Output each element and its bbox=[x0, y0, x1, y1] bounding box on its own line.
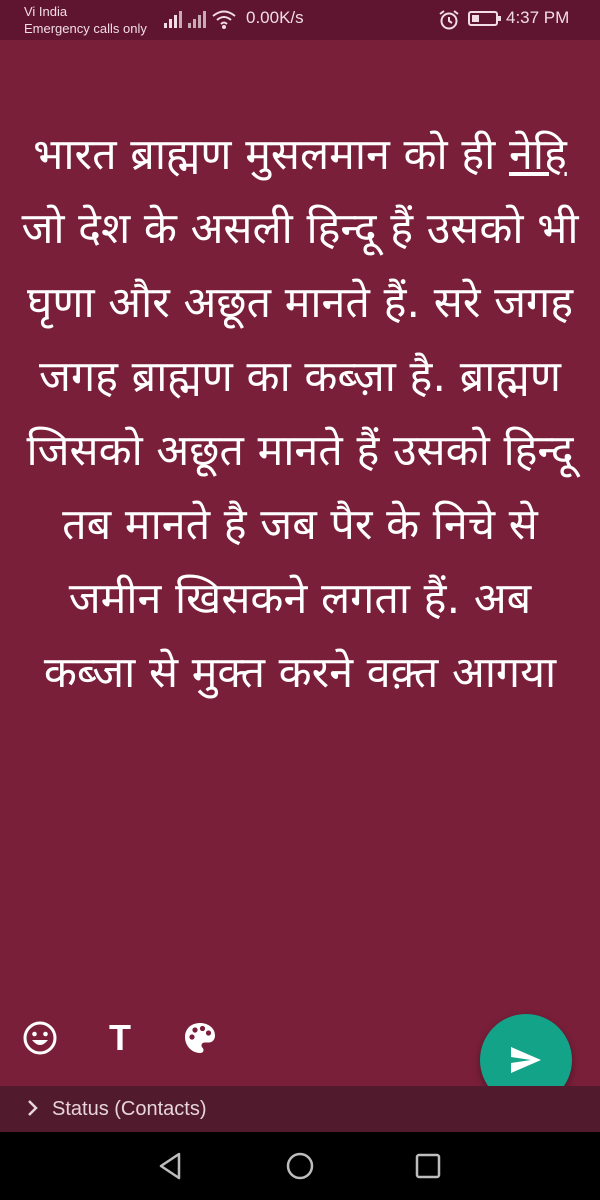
home-icon[interactable] bbox=[284, 1150, 316, 1182]
alarm-icon bbox=[439, 10, 459, 30]
carrier-sub: Emergency calls only bbox=[24, 21, 147, 36]
color-palette-button[interactable] bbox=[180, 1018, 220, 1058]
send-icon bbox=[511, 1047, 541, 1073]
signal-icon bbox=[164, 10, 182, 28]
navigation-bar bbox=[0, 1132, 600, 1200]
carrier-name: Vi India bbox=[24, 4, 68, 19]
battery-icon bbox=[468, 11, 501, 26]
status-text-underlined: नेहि bbox=[508, 130, 567, 180]
chevron-right-icon bbox=[28, 1100, 38, 1116]
clock: 4:37 PM bbox=[506, 8, 570, 27]
status-text-part: भारत ब्राह्मण मुसलमान को ही bbox=[33, 130, 509, 180]
wifi-icon bbox=[212, 10, 236, 29]
recents-icon[interactable] bbox=[412, 1150, 444, 1182]
carrier-info: Vi India Emergency calls only bbox=[24, 3, 147, 37]
net-speed: 0.00K/s bbox=[246, 8, 304, 27]
signal-no-service-icon bbox=[188, 10, 206, 28]
text-style-button[interactable]: T bbox=[100, 1017, 140, 1058]
screen: Vi India Emergency calls only 0.00K/s 4:… bbox=[0, 0, 600, 1200]
emoji-button[interactable] bbox=[20, 1018, 60, 1058]
status-bar: Vi India Emergency calls only 0.00K/s 4:… bbox=[0, 0, 600, 40]
palette-icon bbox=[185, 1023, 215, 1053]
back-icon[interactable] bbox=[155, 1150, 187, 1182]
status-text-part: जो देश के असली हिन्दू हैं उसको भी घृणा औ… bbox=[21, 204, 579, 698]
status-text-input[interactable]: भारत ब्राह्मण मुसलमान को ही नेहि जो देश … bbox=[20, 118, 580, 710]
recipient-bar[interactable]: Status (Contacts) bbox=[0, 1086, 600, 1132]
recipient-label: Status (Contacts) bbox=[52, 1098, 207, 1120]
emoji-icon bbox=[23, 1021, 57, 1055]
